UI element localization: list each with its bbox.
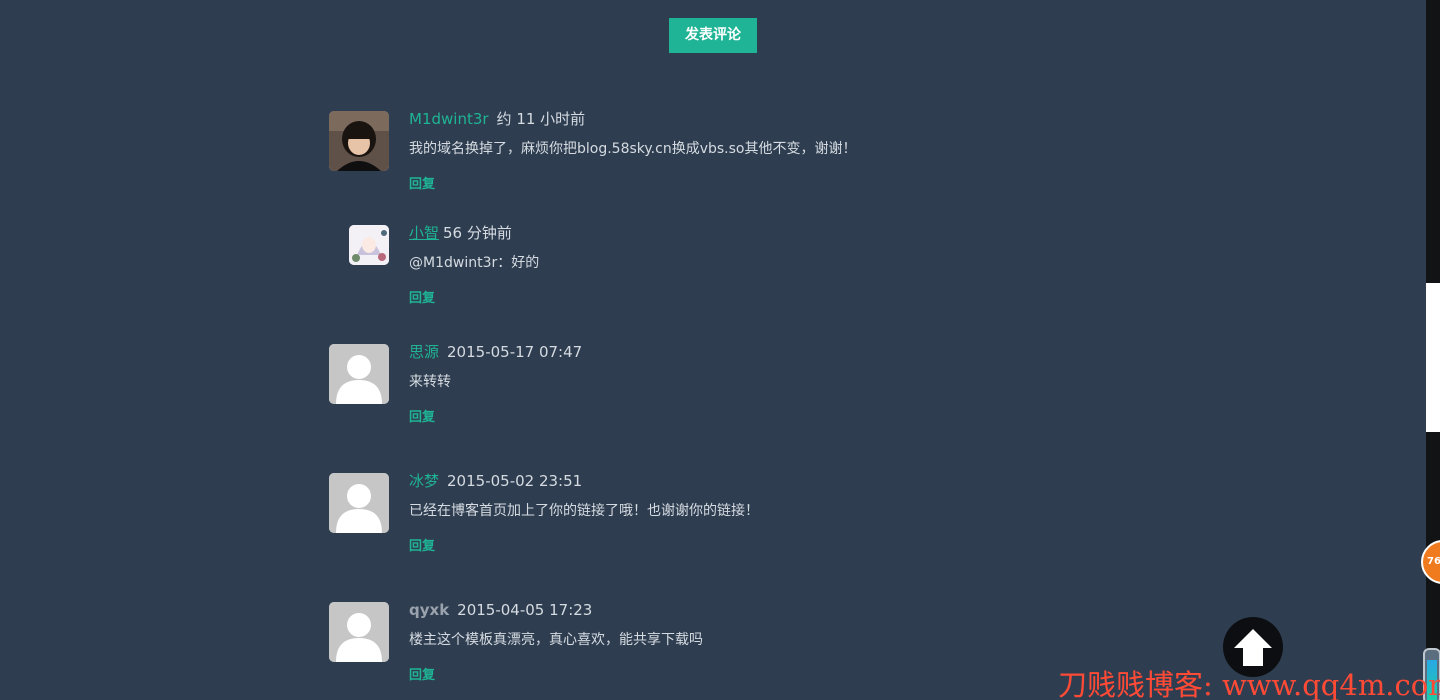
avatar[interactable] [349,225,389,265]
comments-page: 发表评论 M1dwint3r 约 11 小时前 我的域名换掉了，麻烦你把blog.… [0,0,1440,700]
side-panel [1426,283,1440,432]
default-avatar-icon [329,473,389,533]
comment-text: 来转转 [409,374,451,390]
avatar[interactable] [329,602,389,662]
comment-author-link[interactable]: 冰梦 [409,472,439,490]
reply-link[interactable]: 回复 [409,411,435,425]
page-side-strip [1423,0,1440,700]
comment-time: 2015-04-05 17:23 [457,601,593,619]
comment-time: 2015-05-17 07:47 [447,343,583,361]
comment-author-name: qyxk [409,601,450,619]
comment-author-link[interactable]: 小智 [409,224,439,242]
comment-time: 约 11 小时前 [496,110,586,128]
reply-link[interactable]: 回复 [409,540,435,554]
avatar[interactable] [329,344,389,404]
comment-time: 56 分钟前 [443,224,512,242]
comment-text: 已经在博客首页加上了你的链接了哦！也谢谢你的链接！ [409,503,759,519]
user-photo-icon [329,111,389,171]
comment-text: 楼主这个模板真漂亮，真心喜欢，能共享下载吗 [409,632,703,648]
comment-text: @M1dwint3r：好的 [409,255,540,271]
reply-link[interactable]: 回复 [409,292,435,306]
comment-time: 2015-05-02 23:51 [447,472,583,490]
watermark-text: 刀贱贱博客: www.qq4m.com [1058,668,1440,700]
comment-author-link[interactable]: 思源 [409,343,439,361]
post-comment-button[interactable]: 发表评论 [669,18,757,53]
comment-author-link[interactable]: M1dwint3r [409,110,489,128]
avatar[interactable] [329,473,389,533]
default-avatar-icon [329,344,389,404]
default-avatar-icon [329,602,389,662]
anime-avatar-icon [349,225,389,265]
notification-count-badge[interactable]: 76 [1421,540,1440,584]
reply-link[interactable]: 回复 [409,669,435,683]
avatar[interactable] [329,111,389,171]
reply-link[interactable]: 回复 [409,178,435,192]
comment-text: 我的域名换掉了，麻烦你把blog.58sky.cn换成vbs.so其他不变，谢谢… [409,141,857,157]
